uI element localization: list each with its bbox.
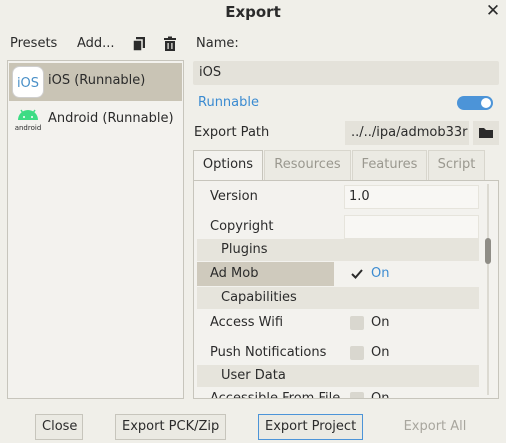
window-title: Export: [225, 3, 281, 21]
copyright-label: Copyright: [210, 219, 274, 234]
folder-icon: [479, 128, 493, 138]
admob-value: On: [371, 266, 390, 281]
preset-item-android[interactable]: android Android (Runnable): [9, 101, 182, 139]
plugins-section-label: Plugins: [221, 242, 268, 257]
admob-label: Ad Mob: [210, 266, 259, 281]
capabilities-section-label: Capabilities: [221, 290, 297, 305]
option-row-accessible-from-file: Accessible From File On: [197, 387, 481, 399]
tab-resources[interactable]: Resources: [264, 150, 351, 180]
android-icon: android: [12, 104, 44, 136]
close-icon[interactable]: ✕: [484, 1, 502, 21]
preset-list: iOS iOS (Runnable) android Android (Runn…: [7, 60, 184, 399]
push-notifications-checkbox[interactable]: [350, 346, 364, 360]
preset-item-ios[interactable]: iOS iOS (Runnable): [9, 63, 182, 101]
accessible-from-file-label: Accessible From File: [210, 391, 341, 399]
browse-folder-button[interactable]: [473, 121, 499, 145]
trash-icon[interactable]: [162, 36, 178, 52]
accessible-from-file-checkbox[interactable]: [350, 392, 364, 398]
copyright-field[interactable]: [344, 215, 479, 239]
tab-script[interactable]: Script: [428, 150, 485, 180]
preset-label-ios: iOS (Runnable): [48, 73, 146, 88]
push-notifications-label: Push Notifications: [210, 345, 327, 360]
section-user-data: User Data: [197, 365, 479, 387]
access-wifi-value: On: [371, 315, 390, 330]
preset-label-android: Android (Runnable): [48, 111, 174, 126]
option-row-access-wifi: Access Wifi On: [197, 311, 481, 335]
access-wifi-label: Access Wifi: [210, 315, 284, 330]
name-label: Name:: [196, 36, 239, 51]
export-project-button[interactable]: Export Project: [258, 414, 363, 440]
name-field[interactable]: iOS: [193, 61, 499, 85]
presets-label: Presets: [10, 36, 58, 51]
tab-options[interactable]: Options: [193, 150, 263, 180]
section-plugins: Plugins: [197, 239, 479, 261]
accessible-from-file-value: On: [371, 391, 390, 399]
version-value: 1.0: [349, 189, 370, 204]
ios-icon-text: iOS: [17, 76, 39, 91]
runnable-label: Runnable: [198, 95, 259, 110]
close-button[interactable]: Close: [35, 414, 83, 440]
user-data-section-label: User Data: [221, 368, 286, 383]
option-row-version: Version 1.0: [197, 185, 481, 209]
android-icon-text: android: [15, 124, 42, 132]
version-label: Version: [210, 189, 258, 204]
checkmark-icon: [351, 269, 363, 279]
option-row-admob: Ad Mob On: [197, 262, 481, 286]
duplicate-icon[interactable]: [131, 36, 147, 52]
option-row-push-notifications: Push Notifications On: [197, 341, 481, 365]
runnable-toggle[interactable]: [457, 96, 493, 110]
section-capabilities: Capabilities: [197, 287, 479, 309]
admob-checkbox[interactable]: [350, 267, 364, 281]
export-path-label: Export Path: [194, 125, 270, 140]
ios-icon: iOS: [12, 66, 44, 98]
options-panel: Version 1.0 Copyright Plugins Ad Mob On …: [193, 180, 499, 399]
export-pck-zip-button[interactable]: Export PCK/Zip: [115, 414, 226, 440]
export-all-button[interactable]: Export All: [396, 414, 474, 440]
export-path-field[interactable]: ../../ipa/admob33r: [345, 121, 469, 145]
scrollbar-track: [487, 184, 489, 395]
title-bar: Export ✕: [0, 0, 506, 26]
tab-features[interactable]: Features: [352, 150, 427, 180]
push-notifications-value: On: [371, 345, 390, 360]
add-preset-button[interactable]: Add...: [77, 36, 115, 51]
scrollbar-thumb[interactable]: [485, 238, 491, 264]
option-row-copyright: Copyright: [197, 215, 481, 239]
options-scrollbar[interactable]: [484, 184, 492, 395]
access-wifi-checkbox[interactable]: [350, 316, 364, 330]
